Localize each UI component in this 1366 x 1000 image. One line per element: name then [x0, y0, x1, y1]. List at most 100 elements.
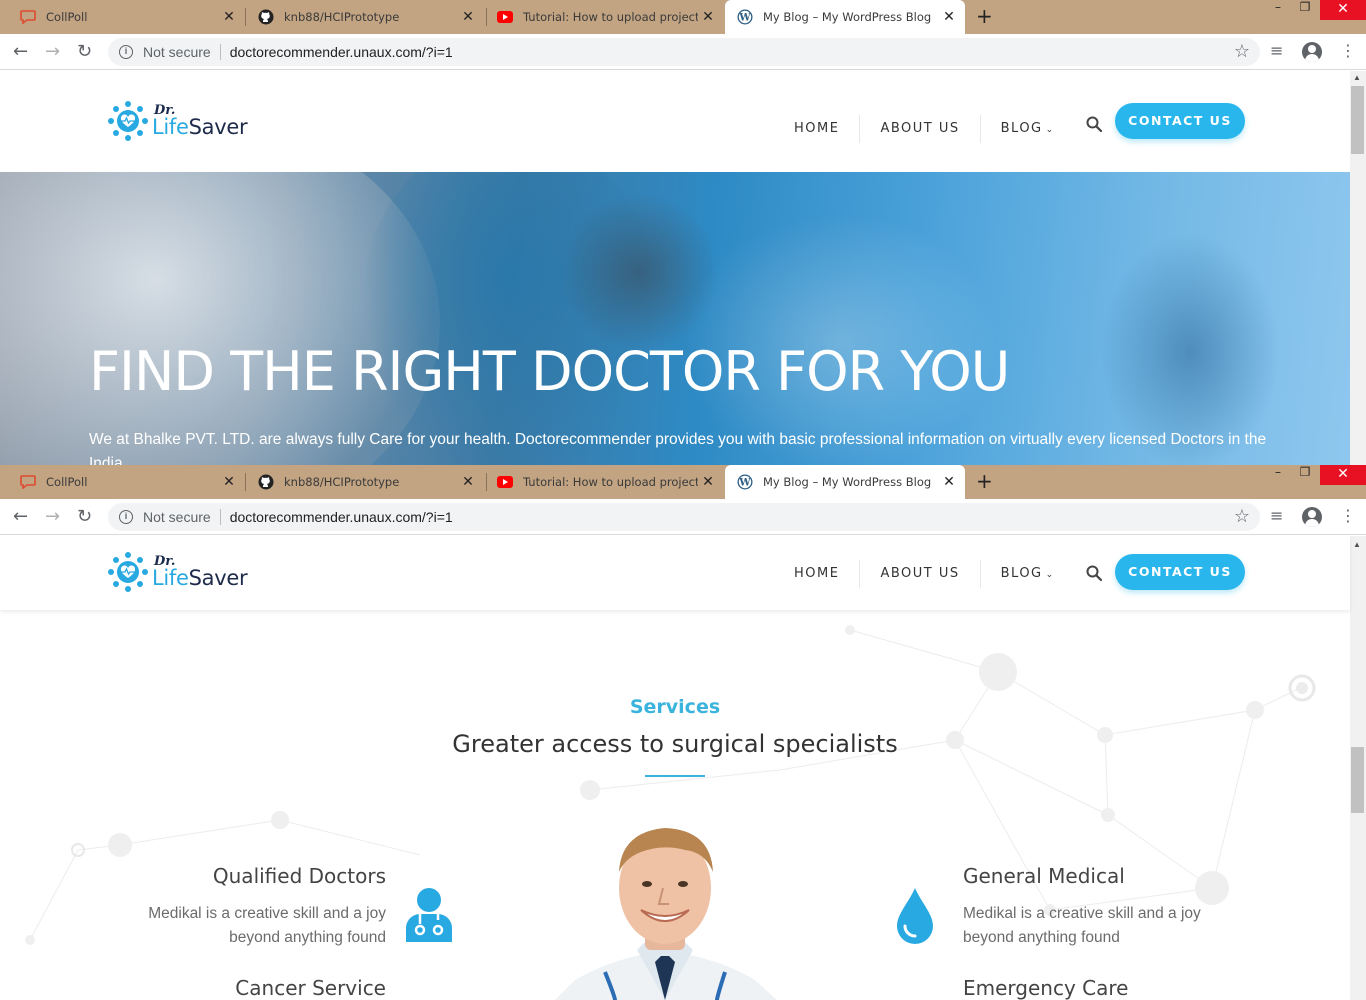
bookmark-star-icon[interactable]: ☆	[1234, 506, 1250, 527]
logo-mark-icon	[108, 552, 148, 592]
scroll-up-arrow-icon[interactable]: ▲	[1353, 73, 1361, 82]
tab-github[interactable]: knb88/HCIPrototype ✕	[238, 465, 484, 499]
site-logo[interactable]: Dr. LifeSaver	[106, 99, 248, 143]
feature-title-qualified-doctors: Qualified Doctors	[212, 864, 386, 888]
tab-title: Tutorial: How to upload project t	[523, 475, 698, 489]
reload-icon[interactable]: ↻	[77, 506, 92, 527]
tab-title: knb88/HCIPrototype	[284, 475, 400, 489]
address-bar[interactable]: i Not secure doctorecommender.unaux.com/…	[108, 38, 1260, 66]
nav-about-us[interactable]: ABOUT US	[860, 115, 981, 143]
heading-divider	[645, 775, 705, 777]
logo-wordmark: Dr. LifeSaver	[152, 104, 248, 139]
chevron-down-icon: ⌄	[1045, 125, 1055, 135]
site-header: Dr. LifeSaver HOME ABOUT US BLOG ⌄ CONTAC…	[0, 71, 1350, 172]
avatar-icon	[1302, 507, 1322, 527]
tab-youtube[interactable]: Tutorial: How to upload project t ✕	[477, 465, 724, 499]
github-icon	[258, 474, 274, 490]
security-label: Not secure	[143, 509, 221, 525]
chevron-down-icon: ⌄	[1045, 570, 1055, 580]
close-tab-icon[interactable]: ✕	[698, 9, 718, 25]
minimize-window-button[interactable]: –	[1268, 0, 1288, 20]
logo-wordmark: Dr. LifeSaver	[152, 555, 248, 590]
hero-banner: FIND THE RIGHT DOCTOR FOR YOU We at Bhal…	[0, 172, 1350, 465]
minimize-window-button[interactable]: –	[1268, 465, 1288, 485]
close-window-button[interactable]: ✕	[1320, 0, 1366, 20]
forward-arrow-icon[interactable]: →	[45, 506, 60, 527]
close-window-button[interactable]: ✕	[1320, 465, 1366, 485]
contact-us-button[interactable]: CONTACT US	[1115, 554, 1245, 590]
scroll-up-arrow-icon[interactable]: ▲	[1353, 540, 1361, 549]
tab-wordpress[interactable]: W My Blog – My WordPress Blog ✕	[725, 465, 965, 499]
search-icon[interactable]	[1085, 115, 1103, 133]
browser-toolbar: ← → ↻ i Not secure doctorecommender.unau…	[0, 34, 1366, 70]
media-queue-icon[interactable]: ≡	[1270, 506, 1283, 525]
services-kicker: Services	[629, 696, 721, 718]
restore-window-button[interactable]: ❐	[1295, 0, 1315, 20]
bookmark-star-icon[interactable]: ☆	[1234, 41, 1250, 62]
hero-subtitle: We at Bhalke PVT. LTD. are always fully …	[89, 431, 1267, 465]
close-tab-icon[interactable]: ✕	[698, 474, 718, 490]
info-icon[interactable]: i	[119, 45, 133, 59]
main-nav: HOME ABOUT US BLOG ⌄	[774, 115, 1075, 143]
scrollbar-thumb[interactable]	[1351, 86, 1364, 154]
nav-home[interactable]: HOME	[774, 560, 861, 588]
close-tab-icon[interactable]: ✕	[219, 474, 239, 490]
feature-title-cancer-service: Cancer Service	[235, 976, 386, 1000]
speech-bubble-icon	[20, 9, 36, 25]
site-header-sticky: Dr. LifeSaver HOME ABOUT US BLOG ⌄ CONTAC…	[0, 536, 1350, 610]
close-tab-icon[interactable]: ✕	[939, 9, 959, 25]
logo-mark-icon	[108, 101, 148, 141]
scrollbar-thumb[interactable]	[1351, 747, 1364, 813]
info-icon[interactable]: i	[119, 510, 133, 524]
site-logo[interactable]: Dr. LifeSaver	[106, 550, 248, 594]
nav-about-us[interactable]: ABOUT US	[860, 560, 981, 588]
back-arrow-icon[interactable]: ←	[13, 41, 28, 62]
url-text[interactable]: doctorecommender.unaux.com/?i=1	[230, 44, 453, 60]
tab-youtube[interactable]: Tutorial: How to upload project t ✕	[477, 0, 724, 34]
svg-text:W: W	[738, 478, 751, 489]
nav-blog-label: BLOG	[1000, 121, 1043, 136]
tab-title: My Blog – My WordPress Blog	[763, 10, 932, 24]
main-nav: HOME ABOUT US BLOG ⌄	[774, 560, 1075, 588]
close-tab-icon[interactable]: ✕	[219, 9, 239, 25]
account-avatar[interactable]	[1302, 42, 1322, 62]
contact-us-button[interactable]: CONTACT US	[1115, 103, 1245, 139]
new-tab-button[interactable]: +	[976, 4, 993, 28]
nav-blog[interactable]: BLOG ⌄	[981, 115, 1075, 143]
address-bar[interactable]: i Not secure doctorecommender.unaux.com/…	[108, 503, 1260, 531]
close-tab-icon[interactable]: ✕	[458, 9, 478, 25]
wordpress-icon: W	[737, 9, 753, 25]
nav-blog[interactable]: BLOG ⌄	[981, 560, 1075, 588]
logo-saver-text: Saver	[188, 566, 248, 590]
account-avatar[interactable]	[1302, 507, 1322, 527]
tab-strip: CollPoll ✕ knb88/HCIPrototype ✕ Tutorial…	[0, 0, 1366, 34]
logo-saver-text: Saver	[188, 115, 248, 139]
close-tab-icon[interactable]: ✕	[458, 474, 478, 490]
more-menu-icon[interactable]: ⋮	[1340, 41, 1356, 60]
tab-collpoll[interactable]: CollPoll ✕	[0, 0, 245, 34]
youtube-icon	[497, 9, 513, 25]
nav-home[interactable]: HOME	[774, 115, 861, 143]
tab-collpoll[interactable]: CollPoll ✕	[0, 465, 245, 499]
logo-name-text: LifeSaver	[152, 566, 248, 590]
media-queue-icon[interactable]: ≡	[1270, 41, 1283, 60]
hero-title: FIND THE RIGHT DOCTOR FOR YOU	[89, 340, 1010, 403]
search-icon[interactable]	[1085, 564, 1103, 582]
feature-title-emergency-care: Emergency Care	[963, 976, 1129, 1000]
forward-arrow-icon[interactable]: →	[45, 41, 60, 62]
more-menu-icon[interactable]: ⋮	[1340, 506, 1356, 525]
tab-github[interactable]: knb88/HCIPrototype ✕	[238, 0, 484, 34]
tab-title: Tutorial: How to upload project t	[523, 10, 698, 24]
back-arrow-icon[interactable]: ←	[13, 506, 28, 527]
restore-window-button[interactable]: ❐	[1295, 465, 1315, 485]
url-text[interactable]: doctorecommender.unaux.com/?i=1	[230, 509, 453, 525]
github-icon	[258, 9, 274, 25]
svg-text:W: W	[738, 13, 751, 24]
tab-wordpress[interactable]: W My Blog – My WordPress Blog ✕	[725, 0, 965, 34]
reload-icon[interactable]: ↻	[77, 41, 92, 62]
close-tab-icon[interactable]: ✕	[939, 474, 959, 490]
doctor-icon	[406, 888, 452, 942]
new-tab-button[interactable]: +	[976, 469, 993, 493]
tab-title: My Blog – My WordPress Blog	[763, 475, 932, 489]
wordpress-icon: W	[737, 474, 753, 490]
